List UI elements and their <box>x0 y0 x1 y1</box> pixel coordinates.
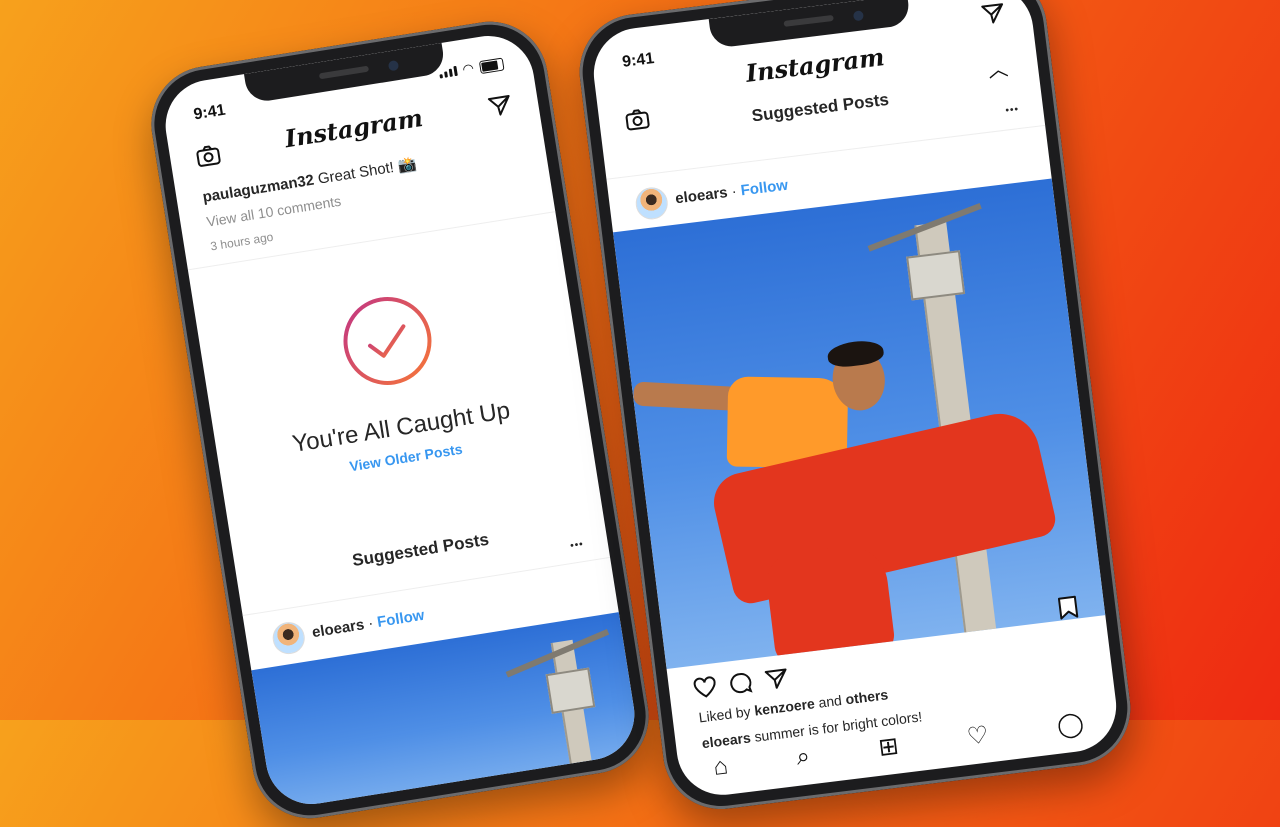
post-username[interactable]: eloears <box>311 616 366 641</box>
transformer-box <box>906 250 966 301</box>
status-time: 9:41 <box>192 101 227 124</box>
liked-by-others[interactable]: others <box>845 686 889 707</box>
left-phone: 9:41 ◠ Instagram paulaguzman32 Great Sho… <box>143 13 657 827</box>
direct-send-icon[interactable] <box>980 1 1007 30</box>
liked-by-user[interactable]: kenzoere <box>753 695 815 718</box>
bookmark-icon[interactable] <box>1057 595 1080 625</box>
avatar[interactable] <box>270 619 308 657</box>
comment-text: Great Shot! 📸 <box>316 155 418 188</box>
comment-icon[interactable] <box>728 671 755 700</box>
status-bar-icons: ◠ <box>438 56 505 82</box>
liked-by-prefix: Liked by <box>697 703 752 726</box>
utility-pole <box>550 639 598 802</box>
share-icon[interactable] <box>763 666 790 695</box>
follow-button[interactable]: Follow <box>376 607 426 631</box>
signal-icon <box>438 65 458 79</box>
separator-dot: · <box>730 183 738 201</box>
separator-dot: · <box>366 614 375 633</box>
suggested-posts-title: Suggested Posts <box>350 529 491 571</box>
post-photo <box>612 178 1106 670</box>
more-options-icon[interactable]: ••• <box>1005 104 1020 117</box>
avatar[interactable] <box>633 185 670 222</box>
liked-by-and: and <box>817 691 843 711</box>
home-icon[interactable]: ⌂ <box>712 752 730 782</box>
notch <box>243 42 447 104</box>
post-header: eloears · Follow <box>311 607 426 642</box>
follow-button[interactable]: Follow <box>740 177 789 200</box>
profile-icon[interactable]: ◯ <box>1055 708 1085 740</box>
search-icon[interactable]: ⌕ <box>795 742 812 771</box>
direct-send-icon[interactable] <box>486 93 514 122</box>
person-leg <box>763 541 897 666</box>
checkmark-ring-icon <box>335 288 441 398</box>
transformer-box <box>545 667 596 714</box>
post-timestamp: 3 hours ago <box>209 229 275 254</box>
right-phone-screen: 9:41 Instagram ︿ Suggested Posts ••• elo… <box>588 0 1122 801</box>
camera-icon[interactable] <box>195 143 223 172</box>
status-time: 9:41 <box>621 50 656 71</box>
post-photo <box>251 612 641 811</box>
activity-icon[interactable]: ♡ <box>965 720 990 751</box>
battery-icon <box>478 57 505 74</box>
more-options-icon[interactable]: ••• <box>569 539 584 552</box>
app-logo: Instagram <box>744 42 886 88</box>
heart-icon[interactable] <box>692 675 719 704</box>
wifi-icon: ◠ <box>461 60 475 77</box>
add-icon[interactable]: ⊞ <box>877 731 900 762</box>
app-logo: Instagram <box>282 102 425 154</box>
post-username[interactable]: eloears <box>674 184 728 207</box>
left-phone-screen: 9:41 ◠ Instagram paulaguzman32 Great Sho… <box>159 29 641 811</box>
post-header: eloears · Follow <box>674 177 789 208</box>
right-phone: 9:41 Instagram ︿ Suggested Posts ••• elo… <box>573 0 1137 816</box>
